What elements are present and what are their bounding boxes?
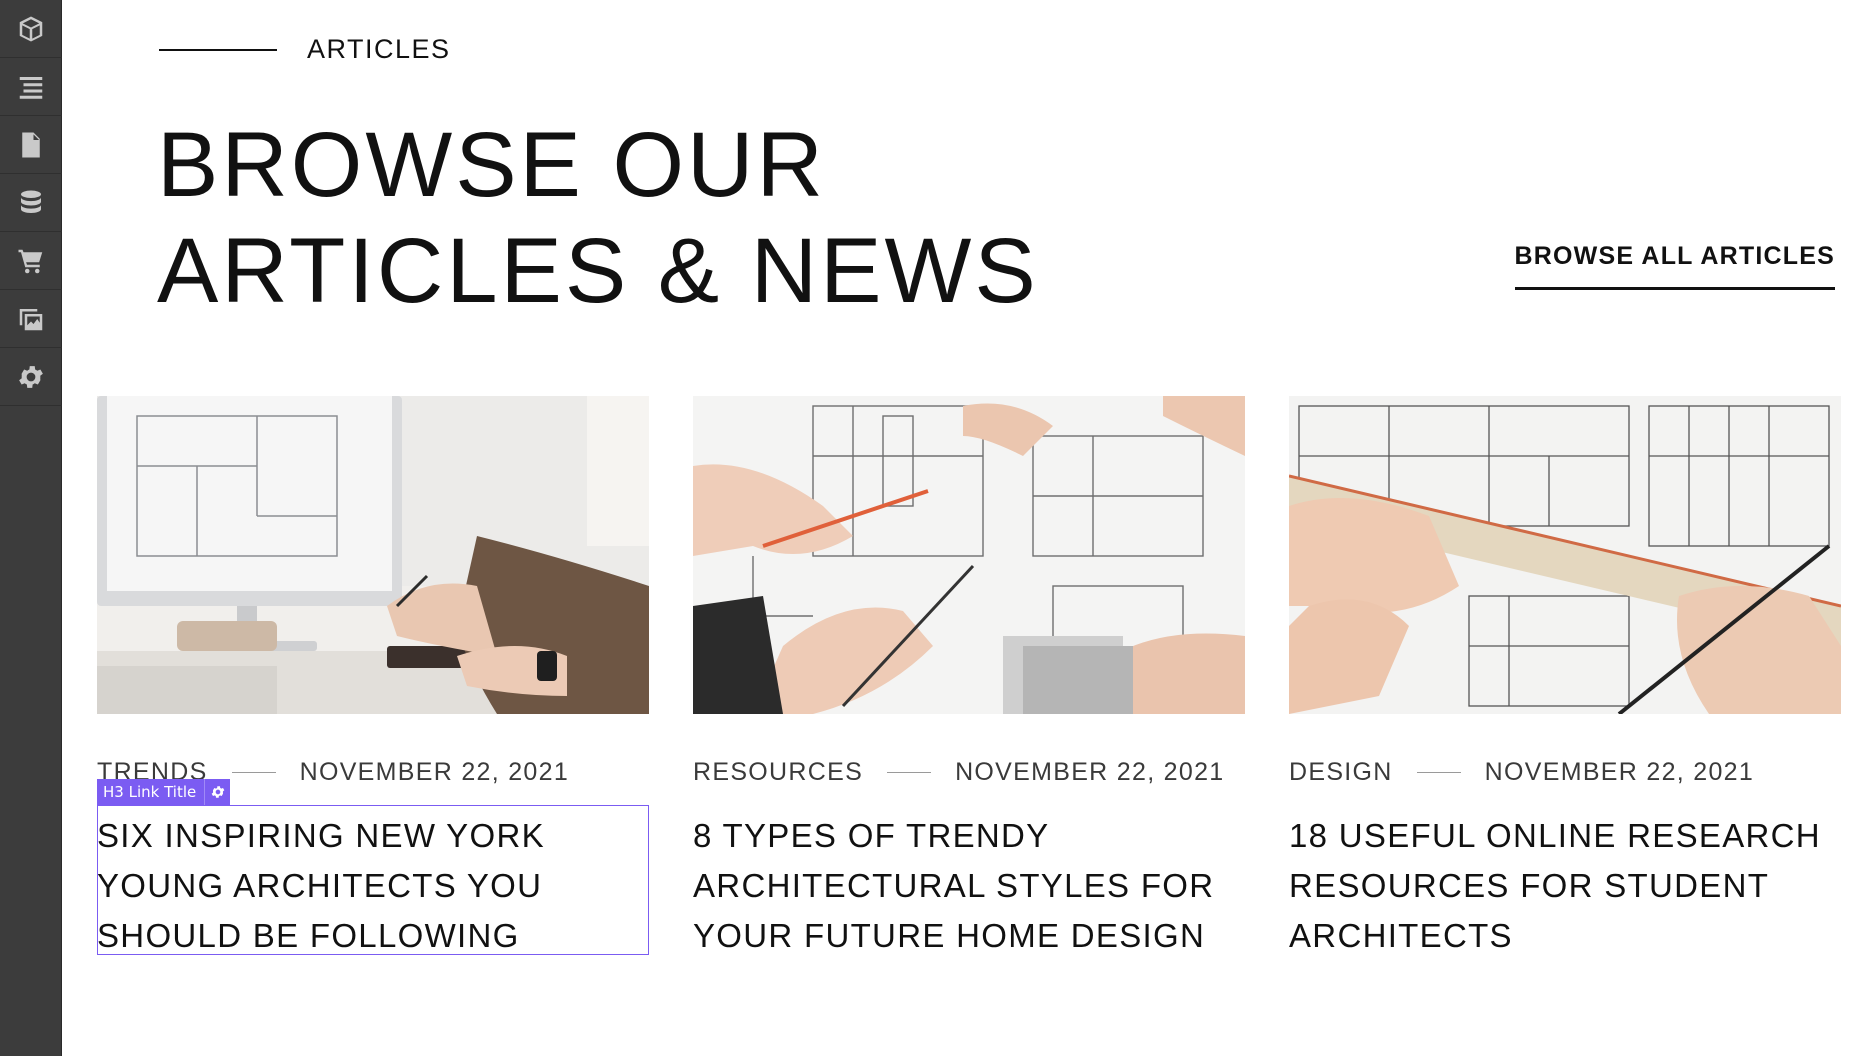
article-image[interactable]: [97, 396, 649, 714]
article-title-wrap: H3 Link Title SIX INSPIRING NEW YORK YOU…: [97, 779, 649, 961]
article-title-link[interactable]: 8 TYPES OF TRENDY ARCHITECTURAL STYLES F…: [693, 811, 1245, 961]
article-title-link[interactable]: SIX INSPIRING NEW YORK YOUNG ARCHITECTS …: [97, 811, 649, 961]
selection-tag-label: H3 Link Title: [103, 783, 197, 801]
ruler-on-floorplan-photo: [1289, 396, 1841, 714]
gear-icon: [211, 786, 225, 798]
section-eyebrow: ARTICLES: [159, 34, 451, 65]
page-canvas: ARTICLES BROWSE OUR ARTICLES & NEWS BROW…: [62, 0, 1868, 1056]
article-title-wrap: 18 USEFUL ONLINE RESEARCH RESOURCES FOR …: [1289, 811, 1841, 961]
designer-at-computer-photo: [97, 396, 649, 714]
headline-line-1: BROWSE OUR: [157, 114, 826, 216]
browse-all-articles-link[interactable]: BROWSE ALL ARTICLES: [1514, 242, 1835, 290]
add-elements-button[interactable]: [0, 0, 62, 58]
article-card: TRENDS NOVEMBER 22, 2021 H3 Link Title S…: [97, 396, 649, 961]
eyebrow-divider: [159, 48, 277, 51]
ecommerce-button[interactable]: [0, 232, 62, 290]
element-settings-button[interactable]: [204, 779, 230, 805]
article-category[interactable]: DESIGN: [1289, 758, 1393, 787]
editor-sidebar: [0, 0, 62, 1056]
article-meta: DESIGN NOVEMBER 22, 2021: [1289, 758, 1841, 787]
assets-icon: [19, 308, 43, 330]
article-title-wrap: 8 TYPES OF TRENDY ARCHITECTURAL STYLES F…: [693, 811, 1245, 961]
article-image[interactable]: [693, 396, 1245, 714]
navigator-icon: [19, 76, 43, 99]
article-title-link[interactable]: 18 USEFUL ONLINE RESEARCH RESOURCES FOR …: [1289, 811, 1841, 961]
hands-on-blueprints-photo: [693, 396, 1245, 714]
meta-divider: [231, 772, 276, 773]
article-card: DESIGN NOVEMBER 22, 2021 18 USEFUL ONLIN…: [1289, 396, 1841, 961]
pages-button[interactable]: [0, 116, 62, 174]
assets-button[interactable]: [0, 290, 62, 348]
navigator-button[interactable]: [0, 58, 62, 116]
pages-icon: [22, 132, 40, 157]
settings-button[interactable]: [0, 348, 62, 406]
meta-divider: [1416, 772, 1461, 773]
article-date: NOVEMBER 22, 2021: [299, 758, 570, 786]
article-meta: RESOURCES NOVEMBER 22, 2021: [693, 758, 1245, 787]
cms-database-icon: [21, 190, 41, 213]
article-category[interactable]: RESOURCES: [693, 758, 863, 787]
article-date: NOVEMBER 22, 2021: [1484, 758, 1755, 786]
article-date: NOVEMBER 22, 2021: [955, 758, 1225, 786]
selection-tag[interactable]: H3 Link Title: [97, 779, 231, 805]
headline-line-2: ARTICLES & NEWS: [157, 220, 1039, 322]
ecommerce-cart-icon: [18, 249, 43, 273]
section-headline: BROWSE OUR ARTICLES & NEWS: [157, 112, 1057, 324]
article-card: RESOURCES NOVEMBER 22, 2021 8 TYPES OF T…: [693, 396, 1245, 961]
eyebrow-label: ARTICLES: [307, 34, 451, 64]
settings-gear-icon: [19, 365, 43, 388]
cube-icon: [19, 16, 43, 41]
article-image[interactable]: [1289, 396, 1841, 714]
cms-button[interactable]: [0, 174, 62, 232]
meta-divider: [887, 772, 932, 773]
